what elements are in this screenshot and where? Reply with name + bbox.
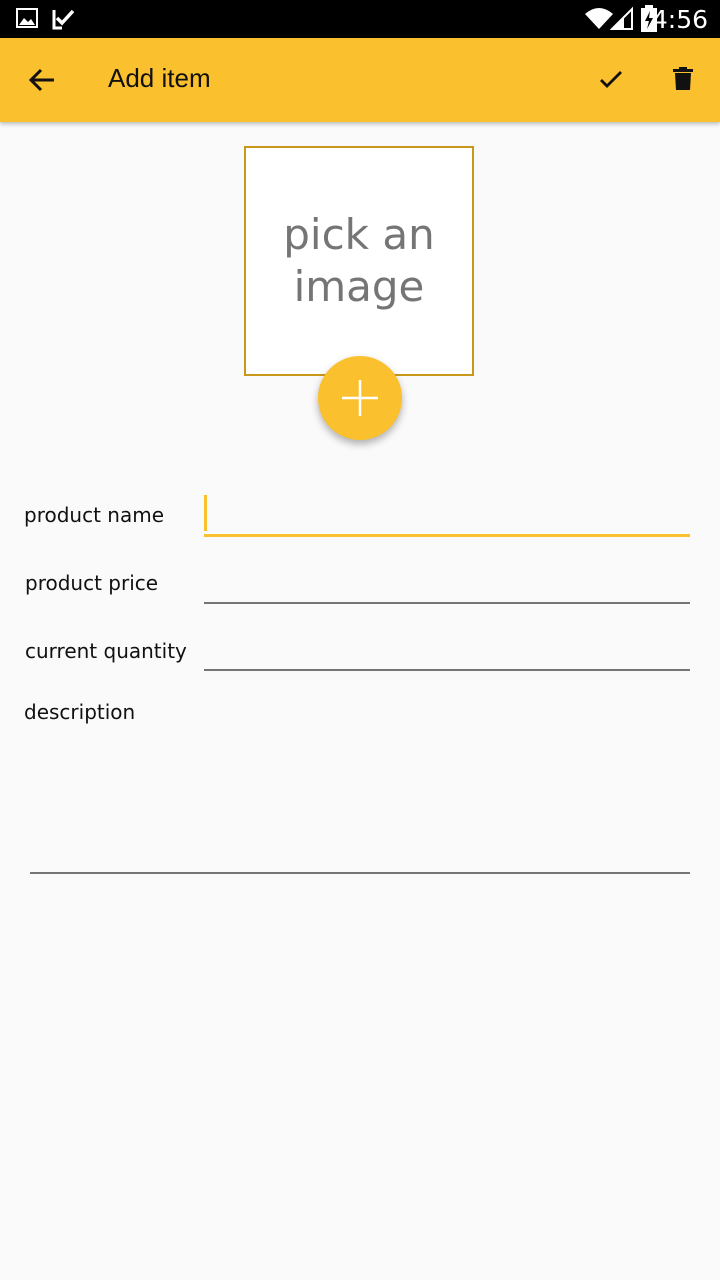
current-quantity-input[interactable] (204, 629, 690, 669)
signal-icon (609, 6, 634, 35)
page-title: Add item (108, 63, 211, 93)
product-name-label: product name (24, 503, 164, 527)
status-time: 4:56 (651, 5, 708, 34)
current-quantity-label: current quantity (25, 639, 187, 663)
text-cursor (204, 495, 207, 531)
check-icon[interactable] (599, 70, 623, 95)
image-picker-box[interactable]: pick an image (244, 146, 474, 376)
trash-icon[interactable] (673, 67, 693, 96)
plus-icon (340, 378, 380, 423)
image-placeholder-text: pick an image (283, 210, 435, 311)
product-price-underline (204, 602, 690, 604)
product-price-label: product price (25, 571, 159, 595)
product-name-input[interactable] (204, 494, 690, 534)
task-check-icon (52, 8, 76, 35)
description-input[interactable] (30, 735, 694, 871)
status-bar: 4:56 (0, 0, 720, 38)
product-name-underline (204, 534, 690, 537)
add-image-button[interactable] (318, 356, 402, 440)
arrow-back-icon[interactable] (28, 66, 56, 99)
gallery-icon (16, 8, 38, 33)
description-label: description (24, 700, 136, 724)
description-underline (30, 872, 690, 874)
app-bar: Add item (0, 38, 720, 122)
product-price-input[interactable] (204, 562, 690, 602)
current-quantity-underline (204, 669, 690, 671)
